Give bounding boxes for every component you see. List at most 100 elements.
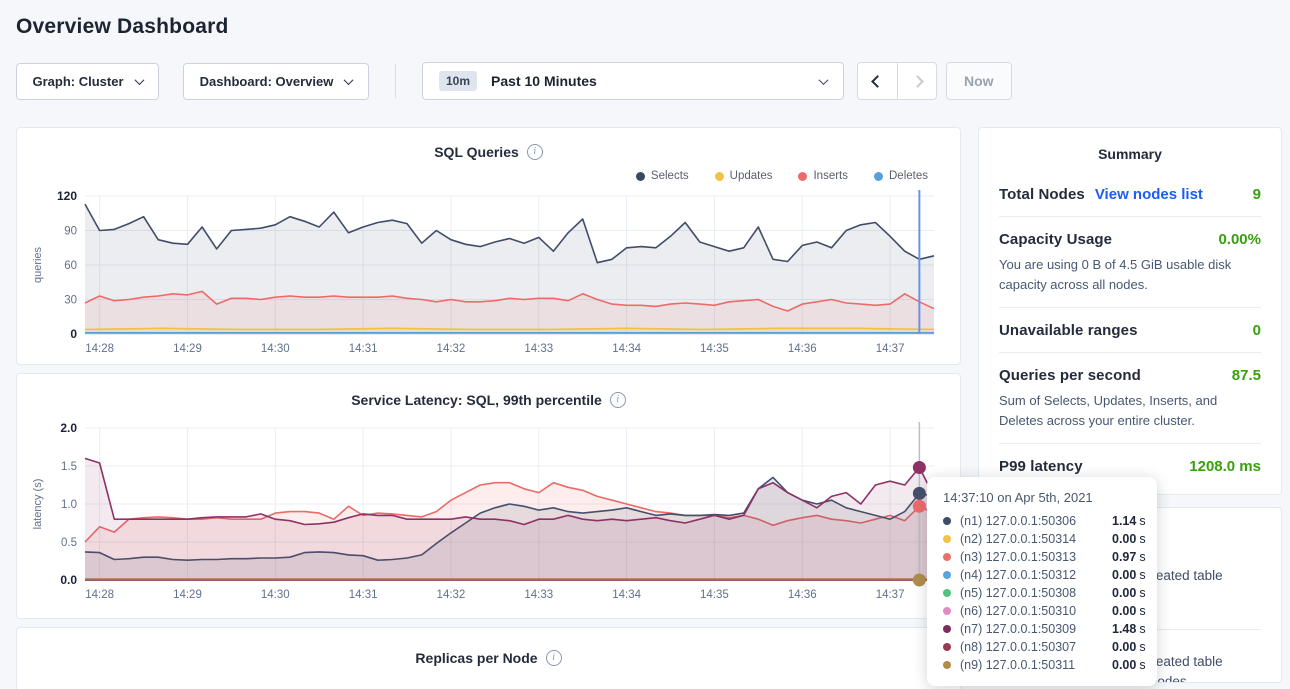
svg-text:30: 30 xyxy=(64,295,77,307)
tooltip-connector: on xyxy=(997,490,1011,505)
svg-text:14:36: 14:36 xyxy=(788,343,817,355)
tooltip-node-label: (n2) 127.0.0.1:50314 xyxy=(960,532,1106,546)
toolbar: Graph: Cluster Dashboard: Overview 10m P… xyxy=(16,62,1290,100)
tooltip-node-unit: s xyxy=(1139,532,1145,546)
info-icon[interactable]: i xyxy=(546,650,562,666)
tooltip-row: (n3) 127.0.0.1:503130.97s xyxy=(943,548,1141,566)
svg-text:14:35: 14:35 xyxy=(700,343,729,355)
tooltip-node-value: 0.00 xyxy=(1112,568,1136,582)
svg-text:14:29: 14:29 xyxy=(173,343,202,355)
service-latency-panel: Service Latency: SQL, 99th percentile i … xyxy=(16,373,961,619)
sql-queries-panel: SQL Queries i Selects Updates Inserts Delet… xyxy=(16,127,961,365)
svg-text:14:35: 14:35 xyxy=(700,589,729,601)
svg-text:14:36: 14:36 xyxy=(788,589,817,601)
tooltip-node-label: (n8) 127.0.0.1:50307 xyxy=(960,640,1106,654)
summary-item: Capacity Usage0.00%You are using 0 B of … xyxy=(999,217,1261,308)
dashboard-dropdown-label: Dashboard: Overview xyxy=(200,74,334,89)
service-latency-chart[interactable]: 14:2814:2914:3014:3114:3214:3314:3414:35… xyxy=(27,418,950,608)
tooltip-node-unit: s xyxy=(1139,640,1145,654)
tooltip-node-value: 0.00 xyxy=(1112,604,1136,618)
tooltip-row: (n7) 127.0.0.1:503091.48s xyxy=(943,620,1141,638)
legend-dot-icon xyxy=(798,172,807,181)
svg-text:14:30: 14:30 xyxy=(261,343,290,355)
svg-text:14:37: 14:37 xyxy=(876,343,905,355)
summary-item-description: Sum of Selects, Updates, Inserts, and De… xyxy=(999,391,1261,430)
now-button[interactable]: Now xyxy=(946,62,1012,100)
svg-text:14:31: 14:31 xyxy=(349,589,378,601)
summary-item-value: 0.00% xyxy=(1218,231,1261,248)
tooltip-node-value: 0.00 xyxy=(1112,532,1136,546)
tooltip-node-label: (n1) 127.0.0.1:50306 xyxy=(960,514,1106,528)
node-color-dot-icon xyxy=(943,553,951,561)
node-color-dot-icon xyxy=(943,625,951,633)
legend-item-inserts[interactable]: Inserts xyxy=(798,168,848,184)
tooltip-node-value: 0.00 xyxy=(1112,586,1136,600)
view-nodes-list-link[interactable]: View nodes list xyxy=(1095,186,1203,203)
tooltip-node-value: 1.14 xyxy=(1112,514,1136,528)
legend-label: Updates xyxy=(730,170,773,182)
svg-text:14:32: 14:32 xyxy=(437,589,466,601)
latency-tooltip: 14:37:10 on Apr 5th, 2021 (n1) 127.0.0.1… xyxy=(927,477,1157,686)
svg-text:queries: queries xyxy=(32,246,44,283)
info-icon[interactable]: i xyxy=(610,392,626,408)
node-color-dot-icon xyxy=(943,589,951,597)
time-nav-group xyxy=(857,62,937,100)
svg-text:14:28: 14:28 xyxy=(85,343,114,355)
tooltip-node-unit: s xyxy=(1139,514,1145,528)
tooltip-row: (n5) 127.0.0.1:503080.00s xyxy=(943,584,1141,602)
summary-item-label: Total Nodes xyxy=(999,186,1085,203)
legend-item-deletes[interactable]: Deletes xyxy=(874,168,928,184)
time-window-badge: 10m xyxy=(439,71,477,91)
svg-text:0: 0 xyxy=(70,327,77,341)
tooltip-node-unit: s xyxy=(1139,604,1145,618)
tooltip-node-unit: s xyxy=(1139,586,1145,600)
summary-item-description: You are using 0 B of 4.5 GiB usable disk… xyxy=(999,255,1261,294)
graph-dropdown[interactable]: Graph: Cluster xyxy=(16,63,159,100)
sql-queries-chart[interactable]: 14:2814:2914:3014:3114:3214:3314:3414:35… xyxy=(27,186,950,362)
svg-text:14:30: 14:30 xyxy=(261,589,290,601)
tooltip-node-value: 1.48 xyxy=(1112,622,1136,636)
tooltip-time: 14:37:10 xyxy=(943,490,994,505)
tooltip-node-unit: s xyxy=(1139,622,1145,636)
svg-text:14:29: 14:29 xyxy=(173,589,202,601)
dashboard-dropdown[interactable]: Dashboard: Overview xyxy=(183,63,369,100)
svg-text:60: 60 xyxy=(64,260,77,272)
summary-title: Summary xyxy=(999,146,1261,162)
tooltip-row: (n4) 127.0.0.1:503120.00s xyxy=(943,566,1141,584)
summary-item-value: 1208.0 ms xyxy=(1189,458,1261,475)
graph-dropdown-label: Graph: Cluster xyxy=(32,74,123,89)
summary-item: Total NodesView nodes list9 xyxy=(999,172,1261,217)
svg-text:latency (s): latency (s) xyxy=(32,479,44,530)
summary-item-value: 0 xyxy=(1253,322,1261,339)
summary-item: Queries per second87.5Sum of Selects, Up… xyxy=(999,353,1261,444)
summary-item-label: Unavailable ranges xyxy=(999,322,1138,339)
svg-text:0.5: 0.5 xyxy=(61,537,77,549)
time-range-dropdown[interactable]: 10m Past 10 Minutes xyxy=(422,62,844,100)
tooltip-row: (n1) 127.0.0.1:503061.14s xyxy=(943,512,1141,530)
time-next-button[interactable] xyxy=(897,63,936,99)
summary-items: Total NodesView nodes list9Capacity Usag… xyxy=(999,172,1261,488)
chevron-down-icon xyxy=(344,75,354,85)
node-color-dot-icon xyxy=(943,643,951,651)
tooltip-node-unit: s xyxy=(1139,658,1145,672)
tooltip-timestamp: 14:37:10 on Apr 5th, 2021 xyxy=(943,490,1141,505)
tooltip-node-label: (n4) 127.0.0.1:50312 xyxy=(960,568,1106,582)
legend-dot-icon xyxy=(874,172,883,181)
tooltip-node-label: (n6) 127.0.0.1:50310 xyxy=(960,604,1106,618)
legend-item-selects[interactable]: Selects xyxy=(636,168,689,184)
node-color-dot-icon xyxy=(943,535,951,543)
svg-text:120: 120 xyxy=(57,189,77,203)
chart-title-sql-queries: SQL Queries xyxy=(434,144,519,160)
chart-title-service-latency: Service Latency: SQL, 99th percentile xyxy=(351,392,602,408)
tooltip-row: (n8) 127.0.0.1:503070.00s xyxy=(943,638,1141,656)
legend-item-updates[interactable]: Updates xyxy=(715,168,773,184)
chevron-down-icon xyxy=(134,75,144,85)
info-icon[interactable]: i xyxy=(527,144,543,160)
tooltip-node-label: (n7) 127.0.0.1:50309 xyxy=(960,622,1106,636)
toolbar-divider xyxy=(395,64,396,98)
legend-dot-icon xyxy=(715,172,724,181)
tooltip-rows: (n1) 127.0.0.1:503061.14s(n2) 127.0.0.1:… xyxy=(943,512,1141,674)
sql-queries-legend: Selects Updates Inserts Deletes xyxy=(27,168,928,184)
svg-text:14:33: 14:33 xyxy=(524,589,553,601)
time-prev-button[interactable] xyxy=(858,63,897,99)
